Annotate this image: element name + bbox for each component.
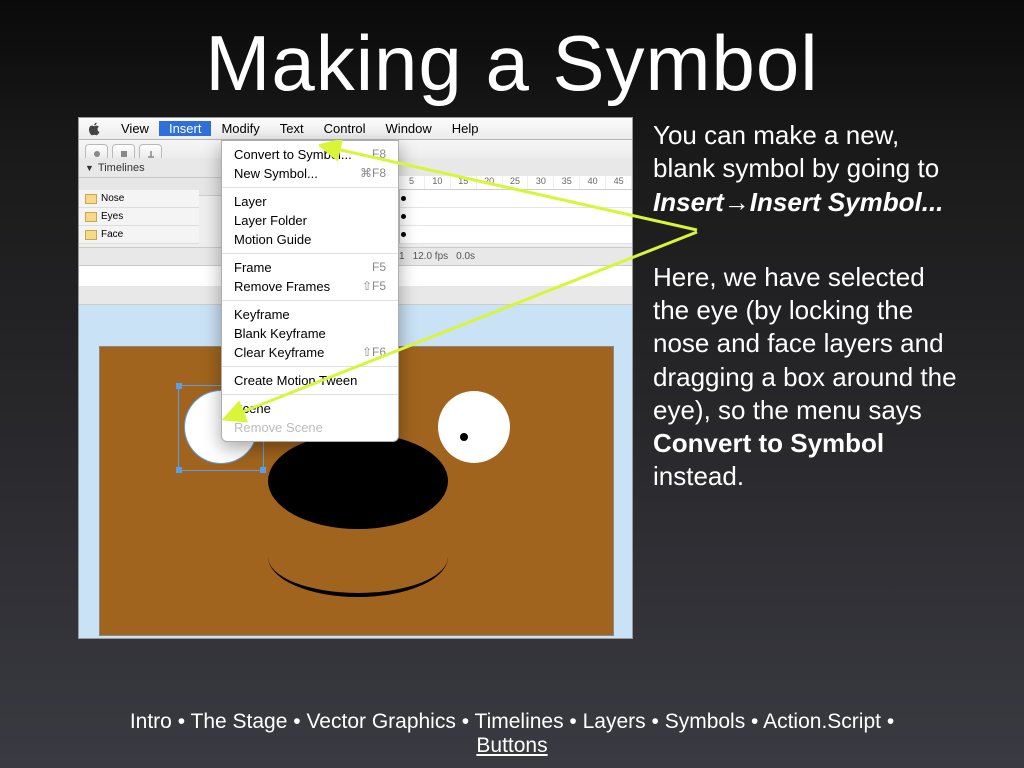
nav-item-symbols[interactable]: Symbols xyxy=(665,710,746,733)
nav-item-timelines[interactable]: Timelines xyxy=(475,710,564,733)
frame-ruler: 51015202530354045 xyxy=(399,176,632,190)
menubar-item-view[interactable]: View xyxy=(111,121,159,136)
nose-shape[interactable] xyxy=(268,433,448,529)
para-1-emphasis: Insert→Insert Symbol... xyxy=(653,187,943,217)
nav-item-layers[interactable]: Layers xyxy=(583,710,646,733)
layer-row-face[interactable]: Face xyxy=(79,226,199,244)
ruler-tick: 30 xyxy=(528,176,554,189)
menu-separator xyxy=(222,366,398,367)
nav-separator: • xyxy=(456,710,475,733)
mouth-shape[interactable] xyxy=(268,557,448,597)
nav-separator: • xyxy=(564,710,583,733)
menu-item-layer-folder[interactable]: Layer Folder xyxy=(222,211,398,230)
slide-title: Making a Symbol xyxy=(0,0,1024,109)
para-2-tail: instead. xyxy=(653,461,744,491)
nav-item-intro[interactable]: Intro xyxy=(130,710,172,733)
menu-item-clear-keyframe[interactable]: Clear Keyframe⇧F6 xyxy=(222,343,398,362)
ruler-tick: 45 xyxy=(606,176,632,189)
elapsed-time: 0.0s xyxy=(456,251,475,262)
menu-item-keyframe[interactable]: Keyframe xyxy=(222,305,398,324)
para-2-text: Here, we have selected the eye (by locki… xyxy=(653,262,957,425)
nav-separator: • xyxy=(646,710,665,733)
menu-item-convert-to-symbol[interactable]: Convert to Symbol...F8 xyxy=(222,145,398,164)
menu-item-scene[interactable]: Scene xyxy=(222,399,398,418)
ruler-tick: 20 xyxy=(477,176,503,189)
apple-icon xyxy=(87,122,101,136)
nav-item-the-stage[interactable]: The Stage xyxy=(191,710,288,733)
fps-label: 12.0 fps xyxy=(413,251,449,262)
explanation-text: You can make a new, blank symbol by goin… xyxy=(653,117,964,639)
layer-label: Face xyxy=(101,229,123,240)
ruler-tick: 35 xyxy=(554,176,580,189)
para-1-text: You can make a new, blank symbol by goin… xyxy=(653,120,939,183)
right-eye-shape[interactable] xyxy=(438,391,510,463)
current-frame: 1 xyxy=(399,251,405,262)
menu-item-remove-frames[interactable]: Remove Frames⇧F5 xyxy=(222,277,398,296)
menu-separator xyxy=(222,187,398,188)
menu-item-new-symbol[interactable]: New Symbol...⌘F8 xyxy=(222,164,398,183)
menubar-item-insert[interactable]: Insert xyxy=(159,121,212,136)
menu-item-layer[interactable]: Layer xyxy=(222,192,398,211)
menu-separator xyxy=(222,394,398,395)
menu-separator xyxy=(222,300,398,301)
layer-list: Nose Eyes Face xyxy=(79,190,199,244)
menubar-item-modify[interactable]: Modify xyxy=(211,121,269,136)
ruler-tick: 40 xyxy=(580,176,606,189)
ruler-tick: 15 xyxy=(451,176,477,189)
disclosure-triangle-icon: ▼ xyxy=(85,163,94,173)
insert-menu-dropdown: Convert to Symbol...F8New Symbol...⌘F8 La… xyxy=(221,140,399,442)
menu-item-motion-guide[interactable]: Motion Guide xyxy=(222,230,398,249)
ruler-tick: 5 xyxy=(399,176,425,189)
menu-separator xyxy=(222,253,398,254)
layer-icon xyxy=(85,212,97,222)
footer-nav: Intro • The Stage • Vector Graphics • Ti… xyxy=(0,710,1024,758)
layer-row-nose[interactable]: Nose xyxy=(79,190,199,208)
timeline-header-label: Timelines xyxy=(98,162,145,174)
menubar-item-help[interactable]: Help xyxy=(442,121,489,136)
layer-icon xyxy=(85,194,97,204)
layer-row-eyes[interactable]: Eyes xyxy=(79,208,199,226)
layer-icon xyxy=(85,230,97,240)
menu-item-blank-keyframe[interactable]: Blank Keyframe xyxy=(222,324,398,343)
frames-grid[interactable] xyxy=(399,190,632,244)
nav-item-action-script[interactable]: Action.Script xyxy=(763,710,881,733)
ruler-tick: 10 xyxy=(425,176,451,189)
menu-item-remove-scene: Remove Scene xyxy=(222,418,398,437)
menubar-item-control[interactable]: Control xyxy=(314,121,376,136)
menubar-item-text[interactable]: Text xyxy=(270,121,314,136)
para-2-bold: Convert to Symbol xyxy=(653,428,884,458)
flash-screenshot: ViewInsertModifyTextControlWindowHelp Te… xyxy=(78,117,633,639)
menubar-item-window[interactable]: Window xyxy=(376,121,442,136)
menubar: ViewInsertModifyTextControlWindowHelp xyxy=(79,118,632,140)
layer-label: Eyes xyxy=(101,211,123,222)
footer-extra[interactable]: Buttons xyxy=(476,734,547,757)
menu-item-create-motion-tween[interactable]: Create Motion Tween xyxy=(222,371,398,390)
ruler-tick: 25 xyxy=(503,176,529,189)
nav-item-vector-graphics[interactable]: Vector Graphics xyxy=(306,710,455,733)
nav-separator: • xyxy=(745,710,763,733)
nav-separator: • xyxy=(172,710,191,733)
nav-separator: • xyxy=(287,710,306,733)
layer-label: Nose xyxy=(101,193,124,204)
menu-item-frame[interactable]: FrameF5 xyxy=(222,258,398,277)
nav-separator: • xyxy=(881,710,894,733)
